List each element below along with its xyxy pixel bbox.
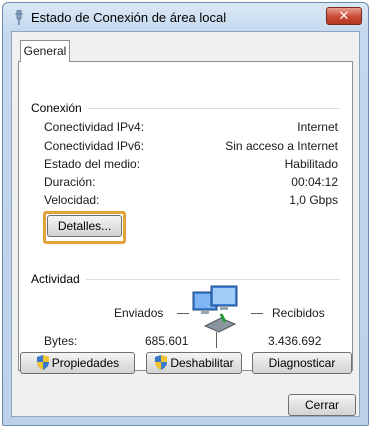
- close-button[interactable]: Cerrar: [288, 394, 356, 416]
- network-computers-icon: [192, 285, 238, 333]
- connection-status-window: Estado de Conexión de área local ✕ Gener…: [2, 2, 369, 426]
- bytes-sent-value: 685.601: [145, 334, 189, 348]
- duration-value: 00:04:12: [291, 175, 338, 189]
- ipv4-label: Conectividad IPv4:: [44, 120, 145, 134]
- disable-label: Deshabilitar: [170, 356, 234, 370]
- properties-label: Propiedades: [51, 356, 120, 370]
- network-connection-icon: [15, 10, 23, 25]
- uac-shield-icon: [155, 355, 168, 370]
- duration-label: Duración:: [44, 175, 96, 189]
- bytes-separator: [216, 332, 217, 348]
- ipv4-value: Internet: [297, 120, 338, 134]
- media-state-row: Estado del medio: Habilitado: [44, 157, 338, 173]
- connection-group-label: Conexión: [31, 101, 88, 115]
- received-label: Recibidos: [272, 306, 325, 320]
- general-tab-panel: Conexión Conectividad IPv4: Internet Con…: [18, 61, 353, 371]
- media-state-value: Habilitado: [284, 157, 338, 171]
- ipv6-label: Conectividad IPv6:: [44, 139, 145, 153]
- details-button[interactable]: Detalles...: [47, 215, 122, 237]
- disable-button[interactable]: Deshabilitar: [146, 352, 242, 374]
- bytes-label: Bytes:: [44, 334, 78, 348]
- uac-shield-icon: [36, 355, 49, 370]
- close-window-button[interactable]: ✕: [326, 7, 362, 25]
- dialog-client-area: General Conexión Conectividad IPv4: Inte…: [11, 31, 360, 417]
- ipv4-row: Conectividad IPv4: Internet: [44, 120, 338, 136]
- diagnose-button[interactable]: Diagnosticar: [252, 352, 352, 374]
- sent-label: Enviados: [114, 306, 164, 320]
- tab-general[interactable]: General: [20, 40, 70, 62]
- properties-button[interactable]: Propiedades: [20, 352, 135, 374]
- bytes-received-value: 3.436.692: [268, 334, 322, 348]
- media-state-label: Estado del medio:: [44, 157, 141, 171]
- speed-value: 1,0 Gbps: [289, 193, 338, 207]
- speed-label: Velocidad:: [44, 193, 100, 207]
- ipv6-row: Conectividad IPv6: Sin acceso a Internet: [44, 139, 338, 155]
- title-bar[interactable]: Estado de Conexión de área local ✕: [3, 3, 368, 31]
- received-dash: [251, 313, 263, 314]
- activity-group-label: Actividad: [31, 272, 86, 286]
- sent-dash: [177, 313, 189, 314]
- duration-row: Duración: 00:04:12: [44, 175, 338, 191]
- window-title: Estado de Conexión de área local: [31, 10, 227, 25]
- ipv6-value: Sin acceso a Internet: [225, 139, 338, 153]
- speed-row: Velocidad: 1,0 Gbps: [44, 193, 338, 209]
